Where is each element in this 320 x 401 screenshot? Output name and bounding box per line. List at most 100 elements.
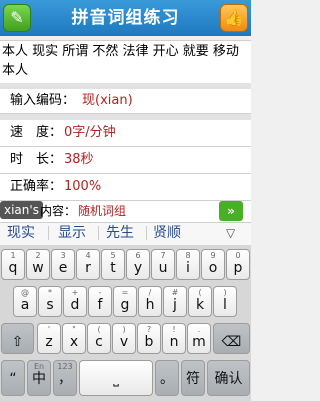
space-key[interactable]: ⎵ (79, 360, 153, 396)
key-label: a (20, 297, 30, 313)
key-x[interactable]: " x (62, 323, 86, 354)
key-label: 。 (160, 371, 174, 387)
key-label: 确认 (214, 371, 243, 387)
key-label: l (223, 297, 227, 313)
key-label: ⌫ (221, 334, 242, 350)
key-y[interactable]: 6y (126, 249, 150, 280)
duration-value: 38秒 (64, 152, 94, 167)
key-t[interactable]: 5t (101, 249, 125, 280)
key-b[interactable]: ? b (137, 323, 161, 354)
candidate-word[interactable]: 贤顺 (153, 222, 181, 244)
candidate-separator (48, 226, 49, 240)
key-r[interactable]: 4r (76, 249, 100, 280)
practice-text: 本人 现实 所谓 不然 法律 开心 就要 移动 本人 (2, 44, 239, 78)
key-label: c (95, 334, 103, 350)
key-hint: @ (21, 288, 29, 297)
key-p[interactable]: 0p (226, 249, 250, 280)
key-hint: 1 (10, 251, 16, 260)
like-button[interactable]: 👍 (220, 4, 248, 32)
key-f[interactable]: -f (88, 286, 112, 317)
accuracy-value: 100% (64, 179, 102, 194)
symbol-key[interactable]: 符 (181, 360, 205, 396)
key-hint: . (197, 325, 201, 334)
key-d[interactable]: + d (63, 286, 87, 317)
key-m[interactable]: .m (187, 323, 211, 354)
key-o[interactable]: 9o (201, 249, 225, 280)
key-hint: 7 (160, 251, 166, 260)
key-label: m (192, 334, 206, 350)
key-hint: En (33, 362, 45, 371)
key-label: j (173, 297, 177, 313)
key-label: f (97, 297, 103, 313)
key-k[interactable]: (k (188, 286, 212, 317)
key-hint: 3 (60, 251, 66, 260)
period-key[interactable]: 。 (155, 360, 179, 396)
input-code-value: 现(xian) (82, 93, 133, 108)
key-hint: ( (97, 325, 101, 334)
key-label: y (133, 260, 143, 276)
key-l[interactable]: ) l (213, 286, 237, 317)
key-i[interactable]: 8i (176, 249, 200, 280)
key-g[interactable]: = g (113, 286, 137, 317)
key-label: h (145, 297, 155, 313)
enter-key[interactable]: 确认 (207, 360, 250, 396)
key-h[interactable]: / h (138, 286, 162, 317)
key-u[interactable]: 7u (151, 249, 175, 280)
key-v[interactable]: ) v (112, 323, 136, 354)
duration-label: 时 长： (10, 152, 63, 167)
key-label: ⎵ (113, 371, 119, 387)
key-hint: / (148, 288, 152, 297)
key-label: e (58, 260, 68, 276)
comma-key[interactable]: 123， (53, 360, 77, 396)
shift-key[interactable]: ⇧ (1, 323, 34, 354)
key-n[interactable]: ! n (162, 323, 186, 354)
input-code-label: 输入编码： (10, 93, 76, 108)
key-hint: ' (47, 325, 51, 334)
key-label: d (70, 297, 80, 313)
key-e[interactable]: 3e (51, 249, 75, 280)
key-label: p (233, 260, 243, 276)
language-switch-key[interactable]: En 中 (27, 360, 51, 396)
chevron-down-icon[interactable]: ▽ (226, 223, 235, 243)
content-label: 内容： (40, 204, 77, 218)
key-z[interactable]: ' z (37, 323, 61, 354)
key-hint: 5 (110, 251, 116, 260)
key-w[interactable]: 2w (26, 249, 50, 280)
key-hint: 123 (57, 362, 73, 371)
content-value: 随机词组 (78, 204, 127, 218)
key-hint: ? (146, 325, 152, 334)
key-hint: - (98, 288, 102, 297)
key-hint: 0 (235, 251, 241, 260)
key-label: 符 (186, 371, 200, 387)
key-label: 中 (32, 371, 46, 387)
key-label: z (45, 334, 53, 350)
speed-value: 0字/分钟 (64, 125, 116, 140)
key-label: “ (9, 371, 17, 387)
key-hint: = (121, 288, 129, 297)
key-label: ⇧ (11, 334, 24, 350)
key-hint: ) (122, 325, 126, 334)
speed-label: 速 度： (10, 125, 63, 140)
key-label: x (69, 334, 79, 350)
candidate-word[interactable]: 先生 (106, 222, 134, 244)
key-c[interactable]: (c (87, 323, 111, 354)
backspace-key[interactable]: ⌫ (213, 323, 250, 354)
key-hint: 8 (185, 251, 191, 260)
quote-key[interactable]: “ (1, 360, 25, 396)
key-hint: 2 (35, 251, 41, 260)
key-s[interactable]: * s (38, 286, 62, 317)
key-label: i (186, 260, 190, 276)
key-j[interactable]: # j (163, 286, 187, 317)
candidate-word[interactable]: 现实 (7, 222, 35, 244)
candidate-word[interactable]: 显示 (58, 222, 86, 244)
key-label: g (120, 297, 130, 313)
key-hint: ! (172, 325, 176, 334)
key-label: v (119, 334, 129, 350)
key-hint: # (171, 288, 179, 297)
key-a[interactable]: @ a (13, 286, 37, 317)
key-q[interactable]: 1q (1, 249, 25, 280)
next-button[interactable]: » (219, 201, 243, 221)
key-hint: " (72, 325, 76, 334)
key-hint: 6 (135, 251, 141, 260)
key-hint: ) (223, 288, 227, 297)
